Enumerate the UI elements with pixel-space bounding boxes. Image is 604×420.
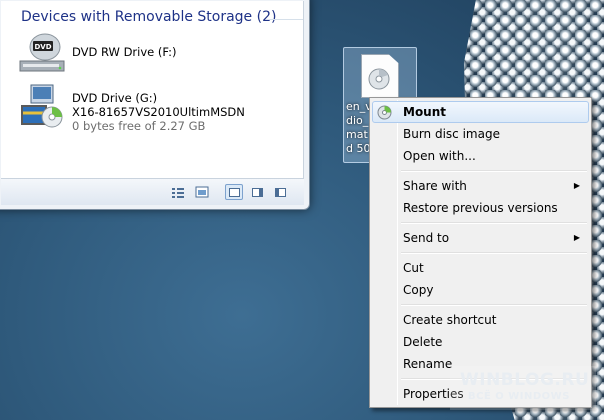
menu-item-burn-disc-image[interactable]: Burn disc image [372,123,589,145]
drive-name: DVD RW Drive (F:) [72,45,177,59]
watermark-subtitle: ВСЁ О WINDOWS [468,391,570,402]
disc-image-icon [368,68,390,90]
drive-volume-label: X16-81657VS2010UltimMSDN [72,105,245,119]
explorer-window: Devices with Removable Storage (2) DVD D… [0,0,310,210]
menu-item-label: Copy [403,283,434,297]
menu-item-create-shortcut[interactable]: Create shortcut [372,309,589,331]
menu-separator [401,252,587,254]
menu-separator [401,222,587,224]
details-pane-button[interactable] [248,184,266,200]
menu-item-label: Create shortcut [403,313,497,327]
menu-item-restore-previous-versions[interactable]: Restore previous versions [372,197,589,219]
menu-item-mount[interactable]: Mount [372,101,589,123]
menu-separator [401,304,587,306]
context-menu: Mount Burn disc image Open with... Share… [369,97,592,408]
menu-item-label: Delete [403,335,443,349]
preview-pane-icon [229,188,240,197]
drive-item-dvd-g[interactable]: DVD Drive (G:) X16-81657VS2010UltimMSDN … [17,83,297,133]
menu-item-copy[interactable]: Copy [372,279,589,301]
menu-item-share-with[interactable]: Share with ▶ [372,175,589,197]
menu-item-send-to[interactable]: Send to ▶ [372,227,589,249]
submenu-arrow-icon: ▶ [573,233,580,242]
details-pane-icon [252,188,263,197]
drive-name: DVD Drive (G:) [72,91,158,105]
watermark-title: WINBLOG.RU [460,370,590,390]
disc-icon [377,105,392,120]
details-view-icon [172,188,184,198]
navigation-pane-button[interactable] [271,184,289,200]
submenu-arrow-icon: ▶ [573,181,580,190]
navigation-pane-icon [275,188,286,197]
menu-item-label: Cut [403,261,424,275]
drive-free-space: 0 bytes free of 2.27 GB [72,119,206,133]
menu-item-label: Share with [403,179,467,193]
explorer-content-pane: Devices with Removable Storage (2) DVD D… [1,1,304,179]
menu-separator [401,170,587,172]
menu-item-label: Mount [403,105,447,119]
iso-file-icon [361,54,399,98]
large-icons-view-icon [195,186,209,198]
menu-item-label: Rename [403,357,453,371]
dvd-badge-text: DVD [34,43,51,51]
explorer-view-toolbar [1,179,304,205]
dvd-rw-drive-icon: DVD [19,33,65,72]
dvd-setup-icon [21,84,63,128]
menu-item-label: Send to [403,231,450,245]
drive-item-dvd-rw-f[interactable]: DVD DVD RW Drive (F:) [17,31,297,79]
preview-pane-button[interactable] [225,184,243,200]
menu-item-cut[interactable]: Cut [372,257,589,279]
details-view-button[interactable] [169,184,187,200]
menu-item-label: Restore previous versions [403,201,558,215]
watermark: WINBLOG.RU ВСЁ О WINDOWS [450,366,596,410]
menu-item-label: Burn disc image [403,127,500,141]
menu-item-label: Open with... [403,149,476,163]
menu-item-open-with[interactable]: Open with... [372,145,589,167]
menu-item-delete[interactable]: Delete [372,331,589,353]
large-icons-view-button[interactable] [193,184,211,200]
group-header-divider [269,19,303,20]
group-header-removable-storage[interactable]: Devices with Removable Storage (2) [21,9,276,25]
